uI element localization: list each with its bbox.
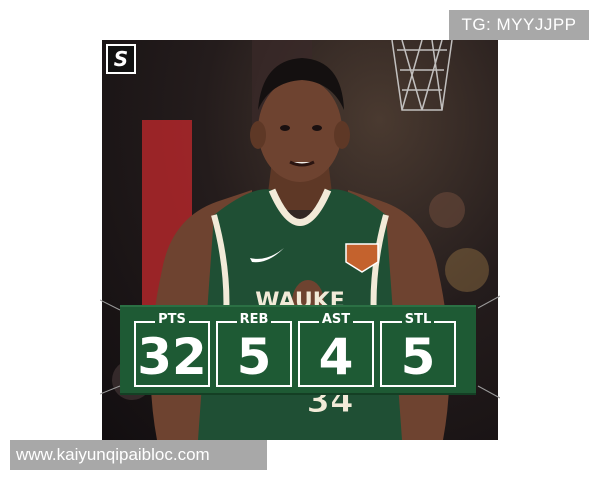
- watermark-url-label: www.kaiyunqipaibloc.com: [10, 440, 267, 470]
- brand-logo-icon: S: [106, 44, 136, 74]
- banner-ropes: [100, 295, 500, 399]
- watermark-top-label: TG: MYYJJPP: [449, 10, 589, 40]
